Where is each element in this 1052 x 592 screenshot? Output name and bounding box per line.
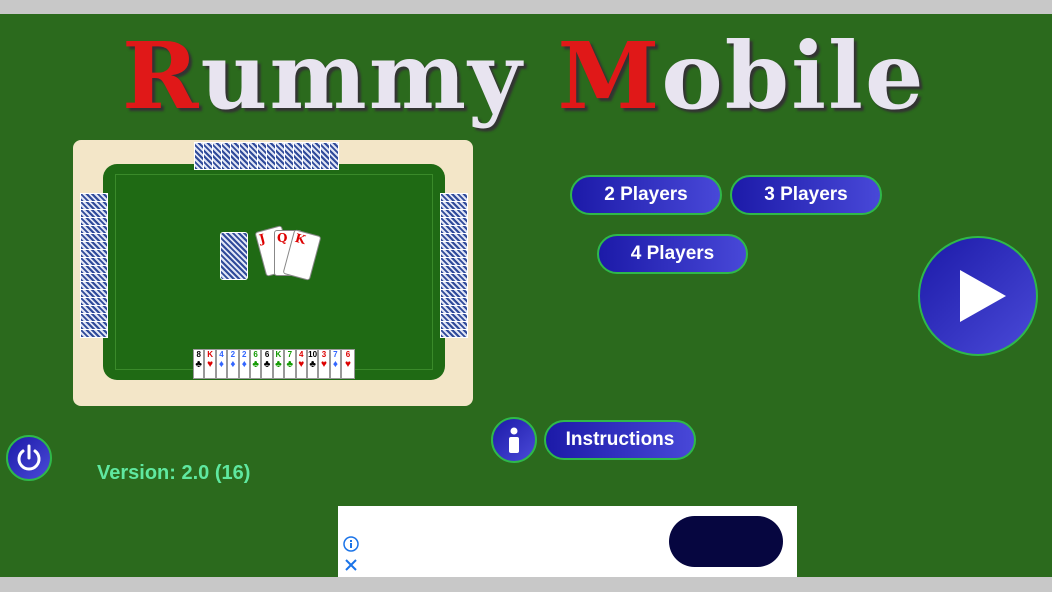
card-suit: ♣	[309, 359, 316, 370]
card-suit: ♥	[321, 359, 327, 370]
info-button[interactable]	[491, 417, 537, 463]
card-back	[80, 329, 108, 338]
power-button[interactable]	[6, 435, 52, 481]
three-players-button[interactable]: 3 Players	[730, 175, 882, 215]
card-suit: ♦	[241, 359, 247, 370]
version-label: Version: 2.0 (16)	[97, 462, 251, 484]
hand-card[interactable]: 6 ♥	[341, 349, 355, 379]
title-letter-m: M	[557, 22, 662, 130]
card-back	[440, 329, 468, 338]
hand-card[interactable]: 2 ♦	[238, 349, 250, 379]
card-back	[329, 142, 339, 170]
hand-card[interactable]: 6 ♣	[249, 349, 262, 379]
card-suit: ♥	[345, 359, 351, 370]
hand-card[interactable]: 2 ♦	[227, 349, 239, 379]
power-icon	[17, 444, 41, 471]
card-suit: ♥	[207, 359, 214, 370]
two-players-button[interactable]: 2 Players	[570, 175, 722, 215]
card-suit: ♣	[286, 359, 294, 370]
card-suit: ♣	[263, 359, 271, 370]
card-suit: ♦	[332, 359, 338, 370]
card-suit: ♣	[252, 359, 259, 370]
hand-card[interactable]: 10 ♣	[306, 349, 319, 379]
instructions-button[interactable]: Instructions	[544, 420, 696, 460]
draw-pile	[220, 232, 248, 280]
card-suit: ♣	[275, 359, 282, 370]
hand-card[interactable]: 7 ♦	[329, 349, 342, 379]
card-suit: ♥	[298, 359, 305, 370]
card-suit: ♦	[218, 359, 225, 370]
hand-card[interactable]: 8 ♣	[193, 349, 205, 379]
hand-card[interactable]: 6 ♣	[261, 349, 273, 379]
ad-cta-button[interactable]	[669, 516, 783, 567]
info-icon	[509, 427, 519, 453]
game-title: Rummy Mobile	[122, 30, 926, 122]
hand-card[interactable]: K ♥	[204, 349, 216, 379]
ad-info-icon[interactable]	[343, 536, 359, 552]
nav-bar	[0, 577, 1052, 592]
title-part-2: obile	[661, 22, 926, 130]
ad-banner[interactable]	[338, 506, 797, 577]
title-letter-r: R	[122, 22, 201, 130]
play-icon	[960, 270, 1006, 322]
hand-card[interactable]: 4 ♥	[295, 349, 307, 379]
opponent-right-cards	[440, 193, 468, 338]
status-bar	[0, 0, 1052, 14]
four-players-button[interactable]: 4 Players	[597, 234, 748, 274]
opponent-top-cards	[194, 142, 339, 170]
card-suit: ♦	[230, 359, 236, 370]
hand-card[interactable]: 7 ♣	[284, 349, 296, 379]
play-button[interactable]	[918, 236, 1038, 356]
ad-close-icon[interactable]	[344, 558, 358, 572]
hand-card[interactable]: 3 ♥	[318, 349, 330, 379]
card-suit: ♣	[195, 359, 202, 370]
hand-card[interactable]: K ♣	[272, 349, 285, 379]
title-part-1: ummy	[200, 22, 558, 130]
hand-card[interactable]: 4 ♦	[215, 349, 228, 379]
opponent-left-cards	[80, 193, 108, 338]
player-hand: 8 ♣ K ♥ 4 ♦ 2 ♦ 2 ♦ 6 ♣ 6 ♣ K ♣ 7 ♣ 4 ♥ 10 ♣ 3 ♥ 7 ♦ 6 ♥	[193, 349, 355, 379]
